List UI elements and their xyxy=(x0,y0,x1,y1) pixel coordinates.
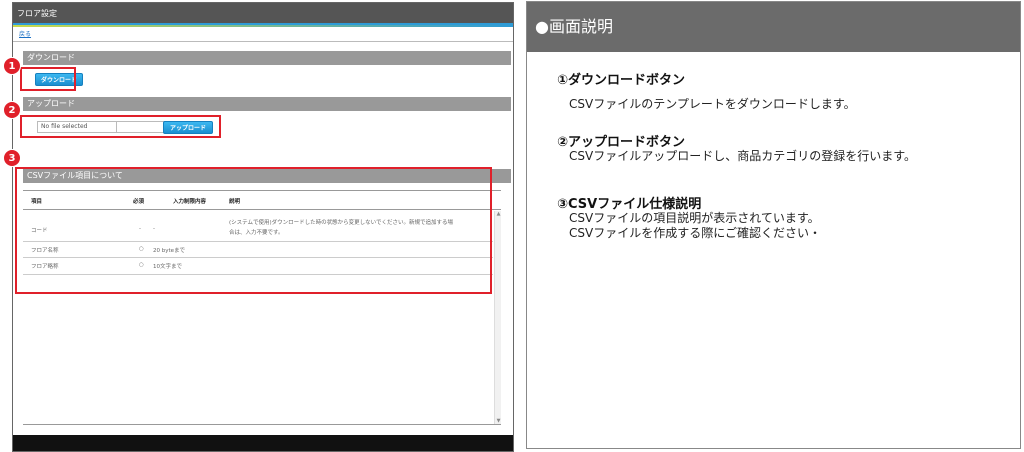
title-accent-line xyxy=(13,25,513,27)
divider xyxy=(13,41,513,42)
table-bottom-line xyxy=(23,424,501,425)
footer-bar xyxy=(13,435,513,451)
item-desc-csv-line1: CSVファイルの項目説明が表示されています。 xyxy=(569,211,820,225)
upload-section-header: アップロード xyxy=(23,97,511,111)
window-title: フロア設定 xyxy=(13,3,513,25)
scroll-up-icon[interactable]: ▲ xyxy=(495,211,502,218)
item-desc-csv-line2: CSVファイルを作成する際にご確認ください・ xyxy=(569,226,821,240)
item-title-download: ①ダウンロードボタン xyxy=(557,73,686,88)
annotation-badge-2: 2 xyxy=(3,101,21,119)
panel-header: ●画面説明 xyxy=(527,2,1020,52)
item-title-csv: ③CSVファイル仕様説明 xyxy=(557,197,702,212)
annotation-box-csv xyxy=(15,167,492,294)
explanation-panel: ●画面説明 ①ダウンロードボタン CSVファイルのテンプレートをダウンロードしま… xyxy=(526,1,1021,449)
annotation-box-upload xyxy=(20,115,221,138)
item-desc-upload: CSVファイルアップロードし、商品カテゴリの登録を行います。 xyxy=(569,149,917,163)
download-section-header: ダウンロード xyxy=(23,51,511,65)
table-scrollbar[interactable]: ▲ ▼ xyxy=(494,211,501,425)
back-link[interactable]: 戻る xyxy=(19,29,31,38)
item-title-upload: ②アップロードボタン xyxy=(557,135,686,150)
annotation-badge-1: 1 xyxy=(3,57,21,75)
item-desc-download: CSVファイルのテンプレートをダウンロードします。 xyxy=(569,97,856,111)
annotation-badge-3: 3 xyxy=(3,149,21,167)
annotation-box-download xyxy=(20,67,76,91)
